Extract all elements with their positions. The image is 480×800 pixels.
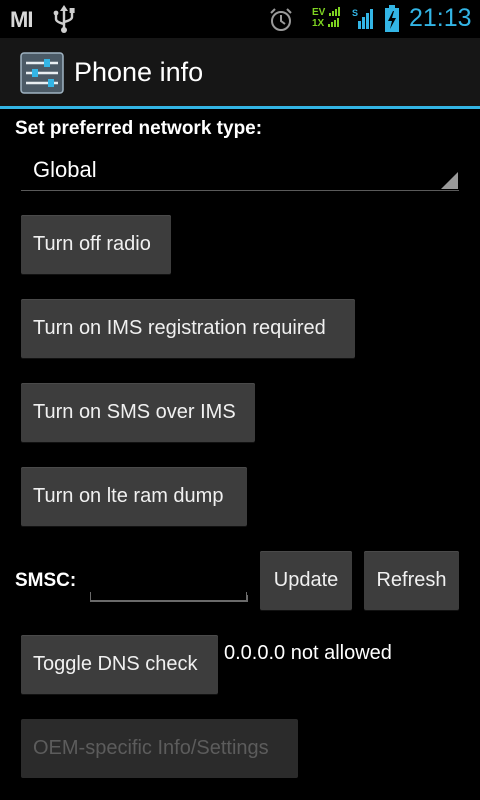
smsc-label: SMSC:	[15, 570, 77, 591]
refresh-button[interactable]: Refresh	[364, 551, 459, 610]
toggle-dns-check-button[interactable]: Toggle DNS check	[21, 635, 218, 694]
network-type-indicator: EV 1X	[312, 7, 342, 29]
usb-icon	[52, 4, 76, 38]
dropdown-arrow-icon	[441, 172, 458, 189]
action-bar-divider	[0, 106, 480, 109]
alarm-icon	[268, 7, 294, 37]
update-button[interactable]: Update	[260, 551, 352, 610]
sms-over-ims-button[interactable]: Turn on SMS over IMS	[21, 383, 255, 442]
smsc-input-underline	[90, 601, 248, 602]
settings-sliders-icon[interactable]	[20, 52, 64, 98]
smsc-input[interactable]	[90, 592, 247, 601]
lte-ram-dump-button[interactable]: Turn on lte ram dump	[21, 467, 247, 526]
status-bar: MI EV 1X S 21:13	[0, 0, 480, 38]
status-time: 21:13	[409, 4, 472, 32]
network-type-spinner[interactable]: Global	[21, 150, 459, 191]
network-type-top: EV	[312, 7, 326, 18]
dns-status: 0.0.0.0 not allowed	[224, 642, 392, 664]
network-type-bottom: 1X	[312, 18, 325, 29]
signal-icon: S	[352, 7, 376, 35]
page-title: Phone info	[74, 57, 204, 87]
smsc-input-edge-right	[247, 595, 248, 602]
carrier-logo: MI	[10, 7, 33, 32]
turn-off-radio-button[interactable]: Turn off radio	[21, 215, 171, 274]
battery-charging-icon	[384, 5, 400, 37]
smsc-input-edge-left	[90, 595, 91, 602]
ims-registration-button[interactable]: Turn on IMS registration required	[21, 299, 355, 358]
action-bar: Phone info	[0, 38, 480, 106]
svg-text:S: S	[352, 8, 358, 18]
oem-settings-button: OEM-specific Info/Settings	[21, 719, 298, 778]
network-type-label: Set preferred network type:	[15, 118, 263, 139]
network-type-selected: Global	[33, 157, 97, 182]
